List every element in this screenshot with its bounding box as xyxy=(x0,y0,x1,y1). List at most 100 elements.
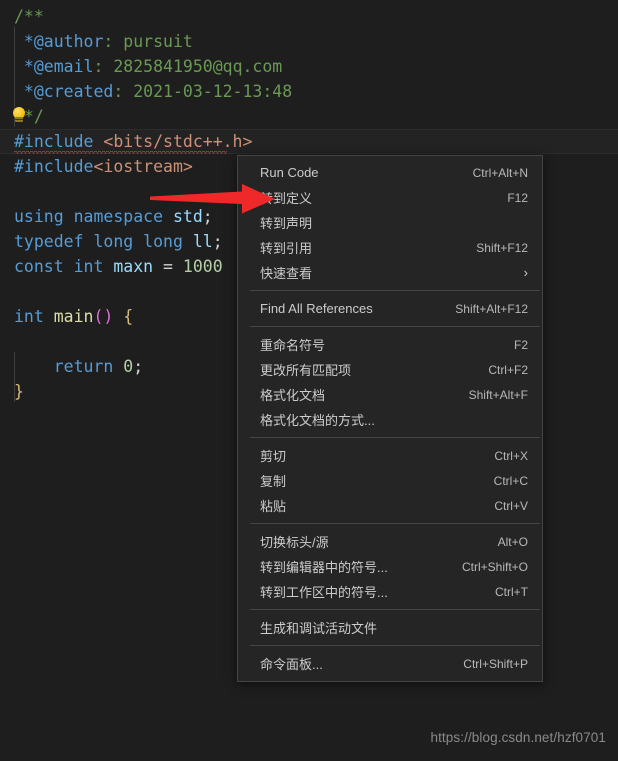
menu-item-shortcut: Ctrl+X xyxy=(494,448,528,463)
menu-separator-2 xyxy=(250,326,540,327)
token-main-brace-open: { xyxy=(113,307,134,326)
menu-item-shortcut: Ctrl+Shift+P xyxy=(463,656,528,671)
menu-group-navigation: Run Code Ctrl+Alt+N 转到定义 F12 转到声明 转到引用 S… xyxy=(238,160,542,285)
menu-item-label: Run Code xyxy=(260,165,319,180)
menu-item-shortcut: Ctrl+Shift+O xyxy=(461,559,528,574)
token-ll-identifier: ll xyxy=(182,232,213,251)
token-semicolon-2: ; xyxy=(212,232,223,251)
token-created-sep: : xyxy=(113,82,134,101)
token-author-sep: : xyxy=(103,32,124,51)
token-author-value: pursuit xyxy=(123,32,193,51)
code-line-6[interactable]: #include <bits/stdc++.h> xyxy=(0,129,618,154)
menu-item-label: 转到编辑器中的符号... xyxy=(260,560,388,575)
menu-item-build-and-debug-active-file[interactable]: 生成和调试活动文件 xyxy=(238,615,542,640)
menu-separator-3 xyxy=(250,437,540,438)
menu-separator-4 xyxy=(250,523,540,524)
code-line-2[interactable]: *@author: pursuit xyxy=(0,29,618,54)
menu-item-run-code[interactable]: Run Code Ctrl+Alt+N xyxy=(238,160,542,185)
editor-context-menu[interactable]: Run Code Ctrl+Alt+N 转到定义 F12 转到声明 转到引用 S… xyxy=(237,155,543,682)
code-line-5[interactable]: */ xyxy=(0,104,618,129)
lightbulb-quickfix-icon[interactable] xyxy=(11,107,27,125)
token-int-keyword-2: int xyxy=(14,307,44,326)
token-main-brace-close: } xyxy=(14,382,24,401)
token-author-tag: *@author xyxy=(14,32,104,51)
menu-group-command-palette: 命令面板... Ctrl+Shift+P xyxy=(238,651,542,676)
menu-item-label: 命令面板... xyxy=(260,657,323,672)
token-include-keyword-1: #include xyxy=(14,132,94,151)
menu-item-shortcut: F12 xyxy=(507,190,528,205)
menu-item-label: 生成和调试活动文件 xyxy=(260,621,378,636)
menu-item-cut[interactable]: 剪切 Ctrl+X xyxy=(238,443,542,468)
token-maxn-value: 1000 xyxy=(182,257,223,276)
menu-item-label: 快速查看 xyxy=(260,266,313,281)
menu-separator-1 xyxy=(250,290,540,291)
token-email-sep: : xyxy=(93,57,114,76)
menu-item-shortcut: Ctrl+T xyxy=(495,584,528,599)
token-using-keyword: using xyxy=(14,207,64,226)
menu-item-shortcut: F2 xyxy=(513,337,528,352)
menu-item-label: 转到定义 xyxy=(260,191,313,206)
menu-item-find-all-references[interactable]: Find All References Shift+Alt+F12 xyxy=(238,296,542,321)
menu-item-shortcut: Shift+Alt+F xyxy=(468,387,528,402)
menu-item-shortcut: Alt+O xyxy=(497,534,528,549)
menu-group-refactor: 重命名符号 F2 更改所有匹配项 Ctrl+F2 格式化文档 Shift+Alt… xyxy=(238,332,542,432)
menu-item-go-to-declaration[interactable]: 转到声明 xyxy=(238,210,542,235)
code-line-3[interactable]: *@email: 2825841950@qq.com xyxy=(0,54,618,79)
menu-item-go-to-definition[interactable]: 转到定义 F12 xyxy=(238,185,542,210)
menu-item-label: 切换标头/源 xyxy=(260,535,329,550)
menu-item-label: 格式化文档 xyxy=(260,388,326,403)
menu-item-label: 转到声明 xyxy=(260,216,313,231)
token-maxn-identifier: maxn xyxy=(103,257,154,276)
menu-item-shortcut: Shift+Alt+F12 xyxy=(455,301,528,316)
menu-item-format-document[interactable]: 格式化文档 Shift+Alt+F xyxy=(238,382,542,407)
menu-item-label: 粘贴 xyxy=(260,499,287,514)
lightbulb-base-icon xyxy=(15,117,23,122)
chevron-right-icon: › xyxy=(523,265,528,280)
token-equals: = xyxy=(153,257,183,276)
token-include-keyword-2: #include xyxy=(14,157,94,176)
menu-item-command-palette[interactable]: 命令面板... Ctrl+Shift+P xyxy=(238,651,542,676)
menu-group-symbols: 切换标头/源 Alt+O 转到编辑器中的符号... Ctrl+Shift+O 转… xyxy=(238,529,542,604)
menu-item-shortcut: Ctrl+F2 xyxy=(488,362,528,377)
menu-item-label: 转到引用 xyxy=(260,241,313,256)
token-std-identifier: std xyxy=(163,207,203,226)
menu-item-format-document-with[interactable]: 格式化文档的方式... xyxy=(238,407,542,432)
token-semicolon-1: ; xyxy=(202,207,213,226)
menu-item-label: 格式化文档的方式... xyxy=(260,413,375,428)
code-line-4[interactable]: *@created: 2021-03-12-13:48 xyxy=(0,79,618,104)
menu-item-switch-header-source[interactable]: 切换标头/源 Alt+O xyxy=(238,529,542,554)
menu-item-shortcut: Shift+F12 xyxy=(476,240,528,255)
menu-item-change-all-occurrences[interactable]: 更改所有匹配项 Ctrl+F2 xyxy=(238,357,542,382)
menu-item-shortcut: Ctrl+Alt+N xyxy=(472,165,528,180)
token-main-function: main xyxy=(43,307,94,326)
token-return-keyword: return xyxy=(14,357,114,376)
menu-item-label: 更改所有匹配项 xyxy=(260,363,352,378)
token-created-value: 2021-03-12-13:48 xyxy=(133,82,293,101)
token-comment-open: /** xyxy=(14,7,44,26)
menu-separator-5 xyxy=(250,609,540,610)
menu-item-go-to-symbol-in-editor[interactable]: 转到编辑器中的符号... Ctrl+Shift+O xyxy=(238,554,542,579)
code-line-1[interactable]: /** xyxy=(0,4,618,29)
menu-separator-6 xyxy=(250,645,540,646)
menu-item-copy[interactable]: 复制 Ctrl+C xyxy=(238,468,542,493)
menu-item-go-to-references[interactable]: 转到引用 Shift+F12 xyxy=(238,235,542,260)
menu-item-peek[interactable]: 快速查看 › xyxy=(238,260,542,285)
token-long-keyword-1: long xyxy=(83,232,134,251)
menu-group-clipboard: 剪切 Ctrl+X 复制 Ctrl+C 粘贴 Ctrl+V xyxy=(238,443,542,518)
token-main-parens: () xyxy=(93,307,114,326)
token-long-keyword-2: long xyxy=(133,232,183,251)
menu-item-paste[interactable]: 粘贴 Ctrl+V xyxy=(238,493,542,518)
token-email-tag: *@email xyxy=(14,57,94,76)
token-include-path-2: <iostream> xyxy=(93,157,193,176)
token-namespace-keyword: namespace xyxy=(63,207,164,226)
menu-item-label: 复制 xyxy=(260,474,287,489)
menu-item-go-to-symbol-in-workspace[interactable]: 转到工作区中的符号... Ctrl+T xyxy=(238,579,542,604)
menu-item-label: 重命名符号 xyxy=(260,338,326,353)
menu-item-rename-symbol[interactable]: 重命名符号 F2 xyxy=(238,332,542,357)
token-const-keyword: const xyxy=(14,257,64,276)
token-typedef-keyword: typedef xyxy=(14,232,84,251)
menu-item-label: Find All References xyxy=(260,301,373,316)
token-int-keyword-1: int xyxy=(63,257,104,276)
menu-item-label: 剪切 xyxy=(260,449,287,464)
token-created-tag: *@created xyxy=(14,82,114,101)
